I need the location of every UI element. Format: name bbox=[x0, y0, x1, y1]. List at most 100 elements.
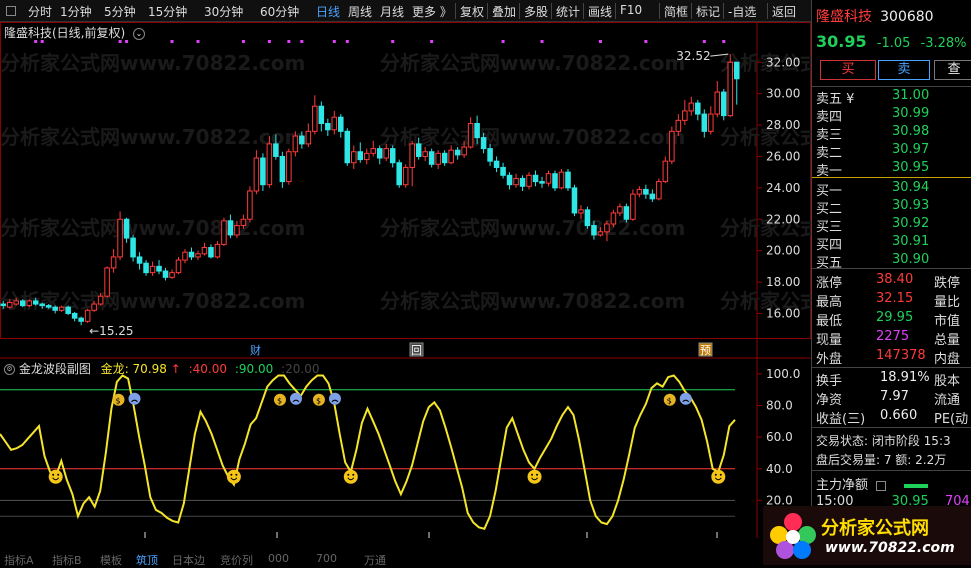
candle-body bbox=[143, 262, 149, 274]
stat-row-1-cell: 量比 bbox=[934, 295, 961, 310]
tool-button-4[interactable]: 画线 bbox=[588, 3, 612, 20]
toolbar-divider bbox=[691, 3, 692, 19]
sell-level-1-cell: 卖四 bbox=[816, 110, 843, 125]
tool-button-7[interactable]: 标记 bbox=[696, 3, 720, 20]
candle-body bbox=[312, 105, 318, 132]
candle-body bbox=[656, 181, 662, 200]
bottom-tab-0[interactable]: 指标A bbox=[4, 552, 34, 568]
stat-row-2-cell: 市值 bbox=[934, 314, 961, 329]
bottom-tab-1[interactable]: 指标B bbox=[52, 552, 82, 568]
watermark: 分析家公式网www.70822.com bbox=[380, 125, 685, 149]
period-tab-3[interactable]: 15分钟 bbox=[148, 3, 187, 20]
candle-body bbox=[13, 300, 19, 305]
candle-body bbox=[26, 300, 32, 307]
level-dark: :20.00 bbox=[281, 362, 320, 376]
candle-body bbox=[363, 152, 370, 161]
candle-body bbox=[240, 218, 247, 227]
period-tab-8[interactable]: 月线 bbox=[380, 3, 404, 20]
smile-icon bbox=[48, 469, 63, 484]
bottom-tab-7[interactable]: 700 bbox=[316, 552, 337, 565]
candle-body bbox=[260, 157, 266, 186]
toolbar-divider bbox=[551, 3, 552, 19]
divider bbox=[812, 268, 971, 269]
tool-button-2[interactable]: 多股 bbox=[524, 3, 548, 20]
stat-row-1-cell: 最高 bbox=[816, 295, 843, 310]
event-marker[interactable]: 财 bbox=[248, 342, 263, 357]
panel-toggle-icon[interactable] bbox=[6, 6, 16, 16]
stat2-row-0-cell: 18.91% bbox=[880, 370, 930, 385]
tool-button-0[interactable]: 复权 bbox=[460, 3, 484, 20]
stat2-row-1-cell: 净资 bbox=[816, 393, 843, 408]
signal-dot bbox=[598, 40, 602, 43]
candle-body bbox=[389, 148, 396, 164]
level-green: :90.00 bbox=[234, 362, 274, 376]
candle-body bbox=[65, 306, 71, 314]
tool-button-6[interactable]: 简框 bbox=[664, 3, 688, 20]
candle-body bbox=[39, 303, 45, 307]
svg-text:$: $ bbox=[667, 397, 672, 406]
candle-body bbox=[441, 152, 448, 164]
signal-dot bbox=[241, 40, 245, 43]
toolbar-divider bbox=[723, 3, 724, 19]
period-tab-1[interactable]: 1分钟 bbox=[60, 3, 92, 20]
period-tab-2[interactable]: 5分钟 bbox=[104, 3, 136, 20]
candle-body bbox=[325, 122, 331, 131]
chevron-down-icon[interactable]: ⌄ bbox=[133, 27, 146, 40]
bottom-tab-3[interactable]: 筑顶 bbox=[136, 552, 158, 568]
toolbar-divider bbox=[767, 3, 768, 19]
stat2-row-1-cell: 7.97 bbox=[880, 389, 909, 404]
ind-y-tick-label: 100.0 bbox=[766, 367, 800, 381]
bottom-tab-4[interactable]: 日本边 bbox=[172, 552, 205, 568]
tool-button-5[interactable]: F10 bbox=[620, 3, 642, 17]
sell-level-4-cell: 30.95 bbox=[892, 160, 930, 175]
tool-button-3[interactable]: 统计 bbox=[556, 3, 580, 20]
event-marker[interactable]: 回 bbox=[409, 342, 424, 357]
query-button[interactable]: 查 bbox=[934, 60, 971, 80]
period-tab-0[interactable]: 分时 bbox=[28, 3, 52, 20]
money-bag-icon: $ bbox=[273, 393, 286, 406]
bottom-tab-5[interactable]: 竞价列 bbox=[220, 552, 253, 568]
candle-body bbox=[156, 265, 162, 272]
svg-text:回: 回 bbox=[411, 344, 422, 357]
candle-body bbox=[597, 231, 604, 236]
period-tab-7[interactable]: 周线 bbox=[348, 3, 372, 20]
period-tab-6[interactable]: 日线 bbox=[316, 3, 340, 20]
bottom-tab-2[interactable]: 模板 bbox=[100, 552, 122, 568]
candle-body bbox=[299, 135, 305, 145]
bottom-tab-8[interactable]: 万通 bbox=[364, 552, 386, 568]
settings-icon[interactable]: ⚙ bbox=[4, 364, 15, 375]
stock-code: 300680 bbox=[880, 9, 934, 25]
candle-body bbox=[571, 187, 578, 214]
tool-button-8[interactable]: -自选 bbox=[728, 3, 756, 20]
candle-body bbox=[402, 166, 409, 186]
candle-body bbox=[487, 148, 493, 162]
sell-button[interactable]: 卖 bbox=[878, 60, 930, 80]
stat-row-3-cell: 总量 bbox=[934, 333, 961, 348]
buy-button[interactable]: 买 bbox=[820, 60, 876, 80]
stat-row-0-cell: 涨停 bbox=[816, 276, 843, 291]
tool-button-9[interactable]: 返回 bbox=[772, 3, 796, 20]
main-flow-row[interactable]: 主力净额 bbox=[816, 474, 929, 493]
candle-body bbox=[623, 206, 630, 220]
period-tab-5[interactable]: 60分钟 bbox=[260, 3, 299, 20]
period-tab-4[interactable]: 30分钟 bbox=[204, 3, 243, 20]
candle-body bbox=[610, 212, 617, 225]
smile-icon bbox=[343, 469, 358, 484]
stat-row-4-cell: 外盘 bbox=[816, 352, 843, 367]
period-tab-9[interactable]: 更多 》 bbox=[412, 3, 452, 20]
stat2-row-0-cell: 换手 bbox=[816, 374, 843, 389]
y-tick-label: 20.00 bbox=[766, 244, 800, 258]
stat-row-2-cell: 最低 bbox=[816, 314, 843, 329]
y-tick-label: 18.00 bbox=[766, 275, 800, 289]
quote-name-row: 隆盛科技 300680 bbox=[816, 6, 934, 26]
tool-button-1[interactable]: 叠加 bbox=[492, 3, 516, 20]
buy-level-2-cell: 买三 bbox=[816, 220, 843, 235]
buy-level-0-cell: 买一 bbox=[816, 184, 843, 199]
menu-icon[interactable] bbox=[876, 480, 887, 491]
frown-icon bbox=[289, 392, 302, 405]
candle-body bbox=[175, 259, 182, 274]
candle-body bbox=[331, 116, 338, 131]
bottom-tab-6[interactable]: 000 bbox=[268, 552, 289, 565]
candle-body bbox=[169, 272, 175, 278]
event-marker[interactable]: 预 bbox=[698, 342, 713, 357]
